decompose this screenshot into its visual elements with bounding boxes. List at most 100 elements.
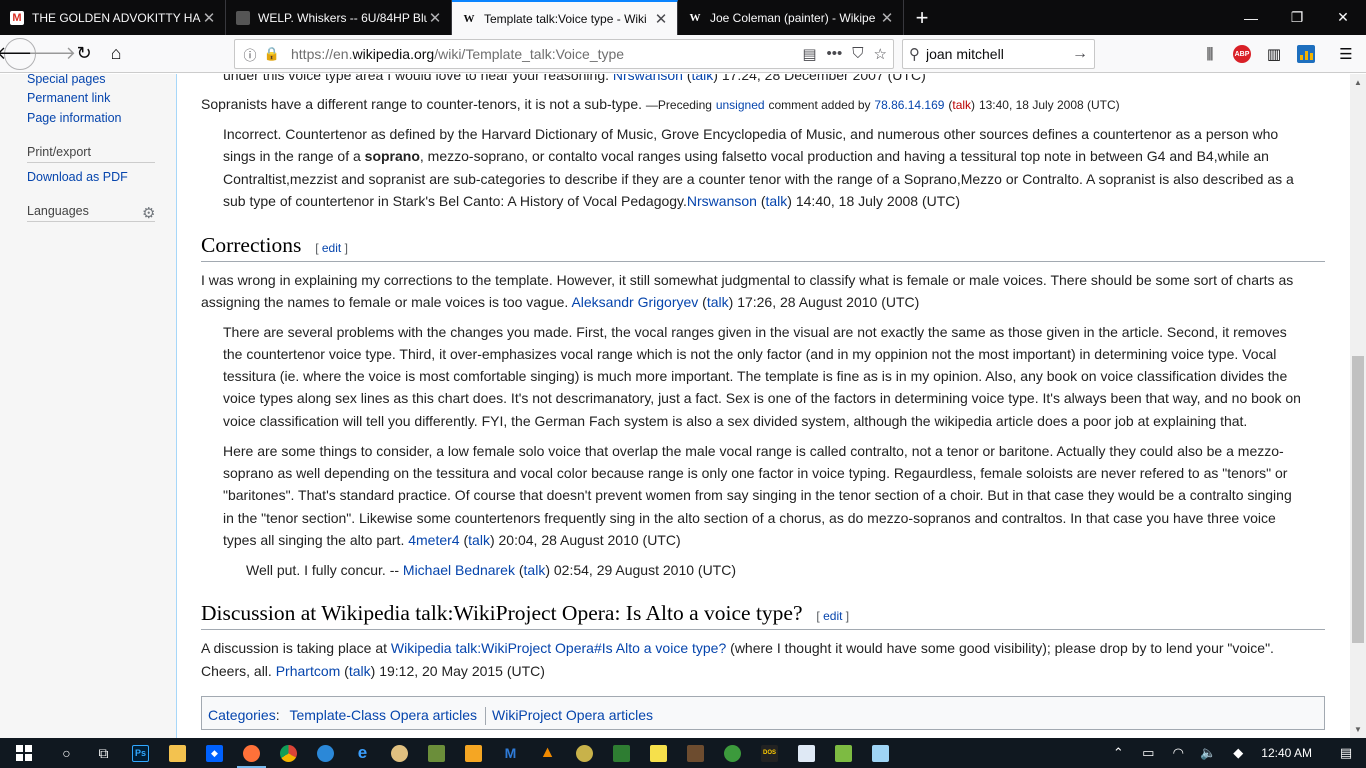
talk-link[interactable]: talk	[952, 98, 971, 112]
comment-sopranists: Sopranists have a different range to cou…	[201, 96, 1120, 112]
scroll-down-icon[interactable]: ▼	[1350, 721, 1366, 738]
tab-joe-coleman[interactable]: W Joe Coleman (painter) - Wikipe ✕	[678, 0, 904, 35]
search-bar[interactable]: ⚲ →	[902, 39, 1095, 69]
tab-voice-type[interactable]: W Template talk:Voice type - Wiki ✕	[452, 0, 678, 35]
close-tab-icon[interactable]: ✕	[201, 9, 217, 27]
talk-link[interactable]: talk	[524, 562, 546, 578]
scrollbar-thumb[interactable]	[1352, 356, 1364, 643]
user-link[interactable]: Nrswanson	[687, 193, 757, 209]
app-icon[interactable]	[788, 738, 825, 768]
battery-icon[interactable]: ▭	[1133, 745, 1163, 761]
minecraft-icon[interactable]	[418, 738, 455, 768]
close-tab-icon[interactable]: ✕	[879, 9, 895, 27]
page-actions-icon[interactable]: •••	[827, 45, 843, 63]
talk-link[interactable]: talk	[349, 663, 371, 679]
pocket-icon[interactable]: ⛉	[852, 45, 863, 63]
app-icon[interactable]	[603, 738, 640, 768]
task-view-icon[interactable]: ⧉	[85, 738, 122, 768]
sidebar-link-page-information[interactable]: Page information	[27, 111, 122, 125]
category-box: Categories: Template-Class Opera article…	[201, 696, 1325, 730]
content-area: under this voice type area I would love …	[176, 74, 1350, 738]
clock[interactable]: 12:40 AM	[1253, 746, 1326, 760]
dropbox-icon[interactable]: ◆	[196, 738, 233, 768]
volume-icon[interactable]: 🔈	[1193, 745, 1223, 761]
user-link[interactable]: Michael Bednarek	[403, 562, 515, 578]
lock-icon[interactable]: 🔒	[263, 45, 281, 63]
malwarebytes-icon[interactable]: M	[492, 738, 529, 768]
category-link[interactable]: WikiProject Opera articles	[492, 707, 653, 723]
categories-link[interactable]: Categories	[208, 707, 276, 723]
cortana-icon[interactable]: ○	[48, 738, 85, 768]
reply-line: Here are some things to consider, a low …	[223, 443, 1284, 459]
url-text[interactable]: https://en.wikipedia.org/wiki/Template_t…	[285, 46, 802, 62]
adblock-icon[interactable]: ABP	[1228, 38, 1256, 70]
forward-button[interactable]: 🡒	[28, 38, 76, 70]
show-hidden-icons-icon[interactable]: ⌃	[1103, 745, 1133, 761]
chrome-icon[interactable]	[270, 738, 307, 768]
user-link[interactable]: Aleksandr Grigoryev	[571, 294, 698, 310]
hamburger-menu-icon[interactable]: ☰	[1332, 38, 1360, 70]
talk-link[interactable]: talk	[707, 294, 729, 310]
firefox-icon[interactable]	[233, 738, 270, 768]
sidebar-toggle-icon[interactable]: ▥	[1260, 38, 1288, 70]
sidebar-link-download-pdf[interactable]: Download as PDF	[27, 170, 128, 184]
stats-extension-icon[interactable]	[1292, 38, 1320, 70]
file-explorer-icon[interactable]	[159, 738, 196, 768]
user-link[interactable]: Nrswanson	[613, 74, 683, 83]
app-icon[interactable]	[381, 738, 418, 768]
page-viewport: Special pages Permanent link Page inform…	[0, 74, 1366, 738]
tab-welp[interactable]: WELP. Whiskers -- 6U/84HP Blu ✕	[226, 0, 452, 35]
app-icon[interactable]	[566, 738, 603, 768]
app-icon[interactable]	[677, 738, 714, 768]
app-icon[interactable]	[640, 738, 677, 768]
discussion-link[interactable]: Wikipedia talk:WikiProject Opera#Is Alto…	[391, 640, 726, 656]
talk-link[interactable]: talk	[692, 74, 714, 83]
search-icon: ⚲	[909, 46, 920, 63]
app-icon[interactable]	[825, 738, 862, 768]
category-link[interactable]: Template-Class Opera articles	[289, 707, 477, 723]
windows-start-icon[interactable]	[0, 738, 48, 768]
minimize-icon[interactable]: —	[1228, 0, 1274, 35]
scroll-up-icon[interactable]: ▲	[1350, 74, 1366, 91]
dropbox-tray-icon[interactable]: ◆	[1223, 745, 1253, 761]
vertical-scrollbar[interactable]: ▲ ▼	[1350, 74, 1366, 738]
dosbox-icon[interactable]: DOS	[751, 738, 788, 768]
close-window-icon[interactable]: ✕	[1320, 0, 1366, 35]
close-tab-icon[interactable]: ✕	[653, 10, 669, 28]
app-icon[interactable]	[307, 738, 344, 768]
unsigned-link[interactable]: unsigned	[716, 98, 765, 112]
ip-link[interactable]: 78.86.14.169	[874, 98, 944, 112]
info-icon[interactable]: ⓘ	[241, 45, 259, 63]
action-center-icon[interactable]: ▤	[1326, 745, 1366, 761]
close-tab-icon[interactable]: ✕	[427, 9, 443, 27]
url-bar[interactable]: ⓘ 🔒 https://en.wikipedia.org/wiki/Templa…	[234, 39, 894, 69]
library-icon[interactable]: ⫼	[1196, 38, 1224, 70]
app-icon[interactable]	[455, 738, 492, 768]
notepad-icon[interactable]	[862, 738, 899, 768]
photoshop-icon[interactable]: Ps	[122, 738, 159, 768]
wifi-icon[interactable]: ◠	[1163, 745, 1193, 761]
reader-view-icon[interactable]: ▤	[802, 45, 816, 63]
reload-button[interactable]: ↻	[68, 38, 100, 70]
sidebar-link-permanent-link[interactable]: Permanent link	[27, 91, 110, 105]
vlc-icon[interactable]: ▲	[529, 738, 566, 768]
sidebar-link-special-pages[interactable]: Special pages	[27, 74, 106, 86]
gear-icon[interactable]: ⚙	[142, 204, 155, 222]
go-arrow-icon[interactable]: →	[1072, 45, 1088, 63]
talk-link[interactable]: talk	[468, 532, 490, 548]
app-icon[interactable]	[714, 738, 751, 768]
restore-icon[interactable]: ❐	[1274, 0, 1320, 35]
talk-link[interactable]: talk	[766, 193, 788, 209]
print-export-heading[interactable]: Print/export	[27, 145, 91, 159]
home-button[interactable]: ⌂	[100, 38, 132, 70]
bookmark-star-icon[interactable]: ☆	[874, 45, 887, 63]
heading-text: Discussion at Wikipedia talk:WikiProject…	[201, 601, 803, 625]
new-tab-button[interactable]: +	[904, 0, 940, 35]
user-link[interactable]: 4meter4	[408, 532, 459, 548]
tab-gmail[interactable]: M THE GOLDEN ADVOKITTY HAS ✕	[0, 0, 226, 35]
edge-icon[interactable]: e	[344, 738, 381, 768]
edit-section-link[interactable]: edit	[322, 241, 341, 255]
user-link[interactable]: Prhartcom	[276, 663, 341, 679]
search-input[interactable]	[920, 46, 1072, 62]
edit-section-link[interactable]: edit	[823, 609, 842, 623]
